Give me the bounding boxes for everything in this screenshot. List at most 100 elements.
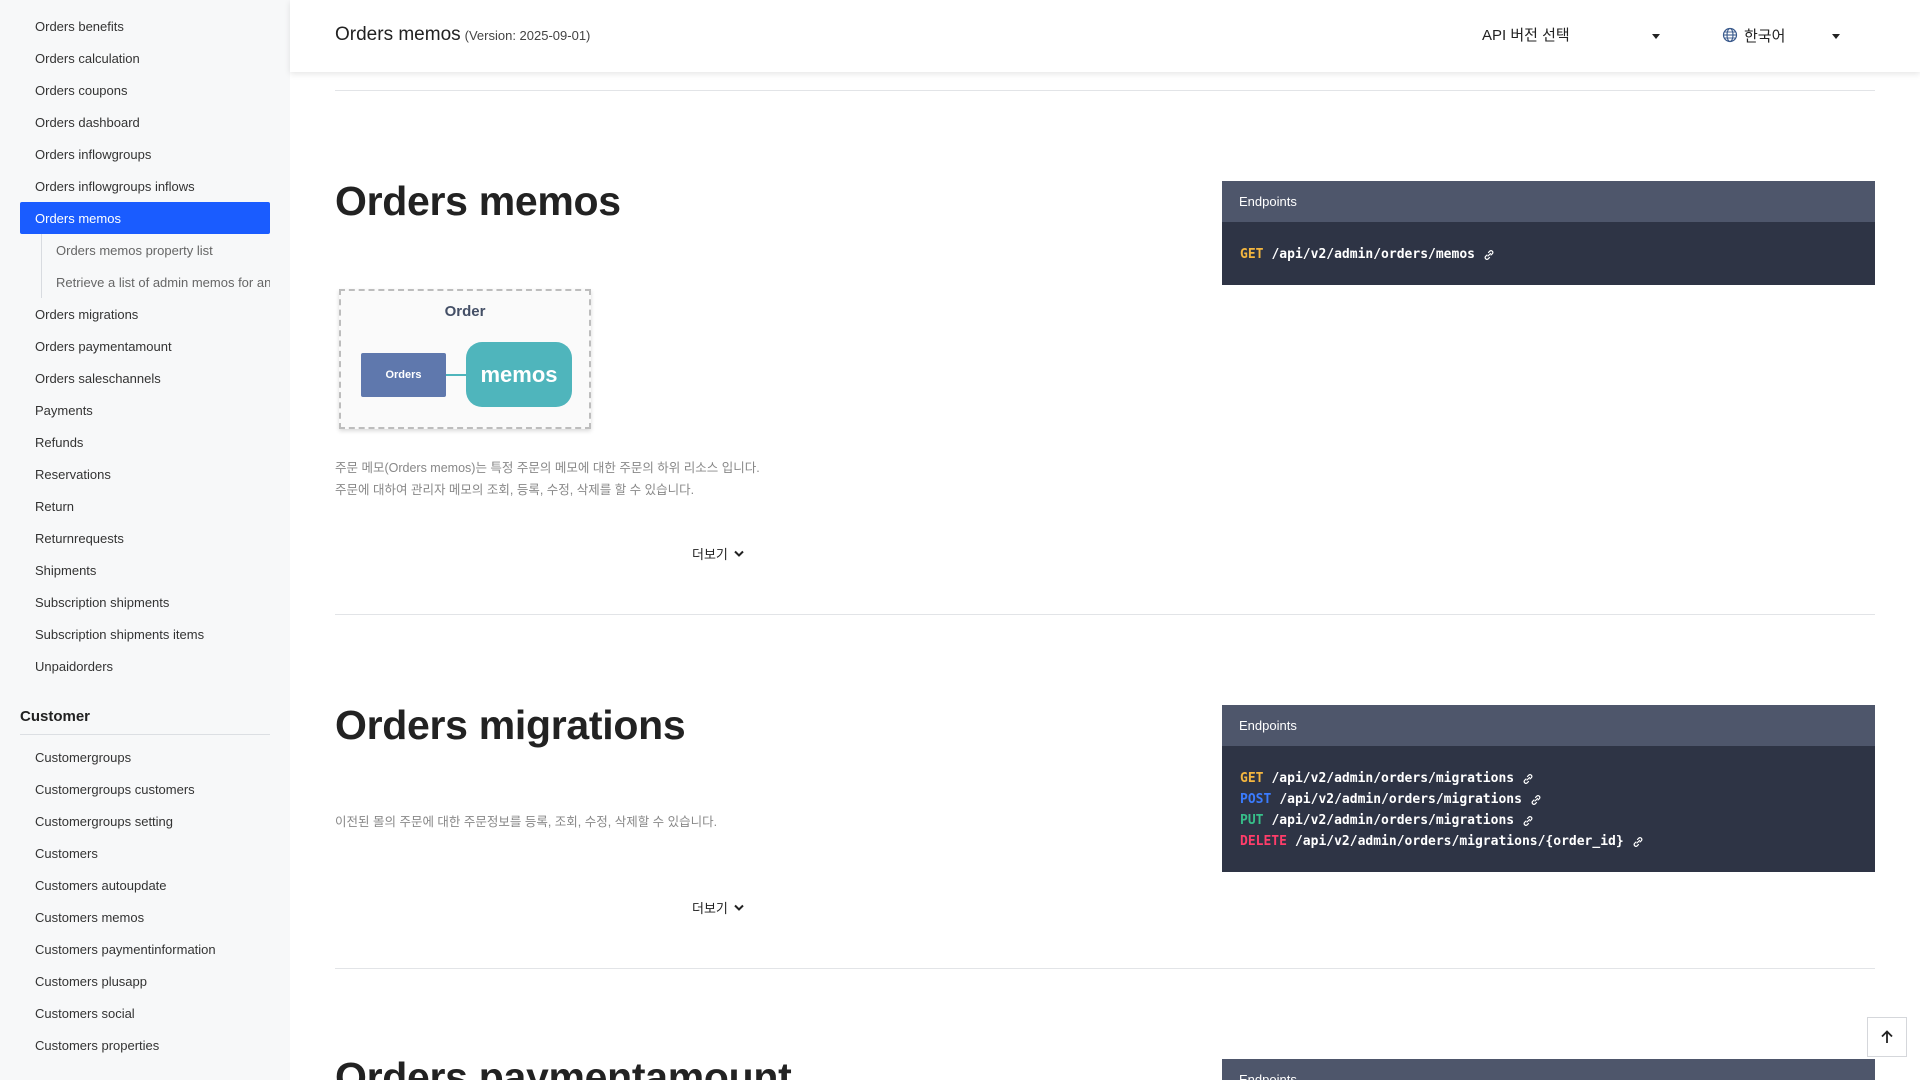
- sidebar-item-orders-paymentamount[interactable]: Orders paymentamount: [20, 330, 270, 362]
- http-method: DELETE: [1240, 834, 1287, 849]
- main-content: Orders memos Order Orders memos 주문 메모(Or…: [290, 0, 1920, 1080]
- endpoints-panel-orders-memos: Endpoints GET /api/v2/admin/orders/memos: [1222, 181, 1875, 285]
- sidebar-item-orders-inflowgroups[interactable]: Orders inflowgroups: [20, 138, 270, 170]
- sidebar-item-customergroups-customers[interactable]: Customergroups customers: [20, 773, 270, 805]
- globe-icon: [1722, 27, 1738, 43]
- sidebar-item-orders-migrations[interactable]: Orders migrations: [20, 298, 270, 330]
- sidebar-item-customergroups-setting[interactable]: Customergroups setting: [20, 805, 270, 837]
- endpoints-list: GET /api/v2/admin/orders/memos: [1222, 222, 1875, 287]
- more-button-label: 더보기: [692, 547, 728, 562]
- page-title-text: Orders memos: [335, 24, 461, 45]
- sidebar-item-orders-calculation[interactable]: Orders calculation: [20, 42, 270, 74]
- chevron-down-icon: [734, 550, 744, 557]
- endpoint-row[interactable]: PUT /api/v2/admin/orders/migrations: [1240, 810, 1857, 831]
- endpoint-path: /api/v2/admin/orders/migrations: [1271, 771, 1515, 786]
- caret-down-icon: [1832, 34, 1840, 39]
- link-icon[interactable]: [1522, 815, 1534, 827]
- section-divider: [335, 90, 1875, 91]
- language-select-label: 한국어: [1744, 27, 1786, 45]
- arrow-up-icon: [1881, 1030, 1893, 1043]
- api-version-label: (Version: 2025-09-01): [464, 28, 591, 43]
- section-title-orders-paymentamount: Orders paymentamount: [335, 1054, 792, 1080]
- scroll-to-top-button[interactable]: [1867, 1017, 1907, 1057]
- sidebar-item-unpaidorders[interactable]: Unpaidorders: [20, 650, 270, 682]
- endpoint-path: /api/v2/admin/orders/migrations: [1279, 792, 1522, 807]
- link-icon[interactable]: [1483, 249, 1495, 261]
- top-header: Orders memos (Version: 2025-09-01) API 버전…: [290, 0, 1920, 72]
- sidebar-item-orders-inflowgroups-inflows[interactable]: Orders inflowgroups inflows: [20, 170, 270, 202]
- sidebar-item-returnrequests[interactable]: Returnrequests: [20, 522, 270, 554]
- endpoints-header: Endpoints: [1222, 1059, 1875, 1080]
- sidebar-item-orders-dashboard[interactable]: Orders dashboard: [20, 106, 270, 138]
- endpoint-row[interactable]: GET /api/v2/admin/orders/migrations: [1240, 768, 1857, 789]
- sidebar-sub-list: Orders memos property list Retrieve a li…: [41, 234, 270, 298]
- sidebar-item-payments[interactable]: Payments: [20, 394, 270, 426]
- more-button-label: 더보기: [692, 901, 728, 916]
- sidebar-item-customers-properties[interactable]: Customers properties: [20, 1029, 270, 1061]
- endpoints-list: GET /api/v2/admin/orders/migrations POST…: [1222, 746, 1875, 874]
- http-method: GET: [1240, 771, 1264, 786]
- sidebar-customer-list: Customergroups Customergroups customers …: [0, 735, 290, 1061]
- endpoints-panel-orders-migrations: Endpoints GET /api/v2/admin/orders/migra…: [1222, 705, 1875, 872]
- sidebar-orders-list: Orders benefits Orders calculation Order…: [0, 0, 290, 735]
- sidebar-item-customergroups[interactable]: Customergroups: [20, 741, 270, 773]
- diagram-parent-node: Orders: [361, 353, 446, 397]
- endpoint-path: /api/v2/admin/orders/migrations: [1271, 813, 1515, 828]
- diagram-connector: [446, 374, 466, 376]
- sidebar-item-orders-saleschannels[interactable]: Orders saleschannels: [20, 362, 270, 394]
- link-icon[interactable]: [1522, 773, 1534, 785]
- sidebar-item-subscription-shipments[interactable]: Subscription shipments: [20, 586, 270, 618]
- sidebar-item-customers-paymentinformation[interactable]: Customers paymentinformation: [20, 933, 270, 965]
- diagram-title: Order: [444, 303, 486, 320]
- chevron-down-icon: [734, 904, 744, 911]
- sidebar-subitem-property-list[interactable]: Orders memos property list: [42, 234, 270, 266]
- sidebar-item-subscription-shipments-items[interactable]: Subscription shipments items: [20, 618, 270, 650]
- endpoint-path: /api/v2/admin/orders/migrations/{order_i…: [1294, 834, 1624, 849]
- section-title-orders-memos: Orders memos: [335, 178, 621, 224]
- sidebar-item-customers-memos[interactable]: Customers memos: [20, 901, 270, 933]
- sidebar-subitem-retrieve-memos[interactable]: Retrieve a list of admin memos for an or…: [42, 266, 270, 298]
- sidebar-subitems: Orders memos property list Retrieve a li…: [20, 234, 290, 298]
- endpoints-header: Endpoints: [1222, 181, 1875, 222]
- sidebar-item-customers-autoupdate[interactable]: Customers autoupdate: [20, 869, 270, 901]
- more-button-orders-migrations[interactable]: 더보기: [692, 898, 744, 917]
- sidebar-item-orders-coupons[interactable]: Orders coupons: [20, 74, 270, 106]
- sidebar: Orders benefits Orders calculation Order…: [0, 0, 290, 1080]
- section-title-orders-migrations: Orders migrations: [335, 702, 686, 748]
- resource-diagram: Order Orders memos: [339, 289, 591, 429]
- sidebar-item-orders-memos[interactable]: Orders memos: [20, 202, 270, 234]
- endpoint-path: /api/v2/admin/orders/memos: [1271, 247, 1475, 262]
- sidebar-item-return[interactable]: Return: [20, 490, 270, 522]
- section-description-orders-memos: 주문 메모(Orders memos)는 특정 주문의 메모에 대한 주문의 하…: [335, 457, 760, 501]
- sidebar-item-orders-benefits[interactable]: Orders benefits: [20, 10, 270, 42]
- description-line: 주문 메모(Orders memos)는 특정 주문의 메모에 대한 주문의 하…: [335, 461, 760, 475]
- http-method: POST: [1240, 792, 1272, 807]
- endpoint-row[interactable]: GET /api/v2/admin/orders/memos: [1240, 244, 1857, 265]
- http-method: PUT: [1240, 813, 1264, 828]
- sidebar-item-refunds[interactable]: Refunds: [20, 426, 270, 458]
- section-divider: [335, 968, 1875, 969]
- more-button-orders-memos[interactable]: 더보기: [692, 544, 744, 563]
- sidebar-item-shipments[interactable]: Shipments: [20, 554, 270, 586]
- page-title: Orders memos (Version: 2025-09-01): [335, 24, 590, 46]
- sidebar-item-customers-social[interactable]: Customers social: [20, 997, 270, 1029]
- api-version-select-label: API 버전 선택: [1482, 27, 1570, 44]
- sidebar-heading-customer[interactable]: Customer: [20, 708, 270, 735]
- sidebar-item-customers-plusapp[interactable]: Customers plusapp: [20, 965, 270, 997]
- section-description-orders-migrations: 이전된 몰의 주문에 대한 주문정보를 등록, 조회, 수정, 삭제할 수 있습…: [335, 815, 718, 829]
- endpoints-header: Endpoints: [1222, 705, 1875, 746]
- description-line: 주문에 대하여 관리자 메모의 조회, 등록, 수정, 삭제를 할 수 있습니다…: [335, 483, 695, 497]
- language-select[interactable]: 한국어: [1722, 24, 1842, 46]
- endpoint-row[interactable]: POST /api/v2/admin/orders/migrations: [1240, 789, 1857, 810]
- sidebar-item-reservations[interactable]: Reservations: [20, 458, 270, 490]
- link-icon[interactable]: [1530, 794, 1542, 806]
- caret-down-icon: [1652, 34, 1660, 39]
- endpoint-row[interactable]: DELETE /api/v2/admin/orders/migrations/{…: [1240, 831, 1857, 852]
- api-version-select[interactable]: API 버전 선택: [1482, 24, 1672, 46]
- http-method: GET: [1240, 247, 1264, 262]
- link-icon[interactable]: [1632, 836, 1644, 848]
- diagram-child-node: memos: [466, 342, 572, 407]
- endpoints-panel-orders-paymentamount: Endpoints: [1222, 1059, 1875, 1080]
- section-divider: [335, 614, 1875, 615]
- sidebar-item-customers[interactable]: Customers: [20, 837, 270, 869]
